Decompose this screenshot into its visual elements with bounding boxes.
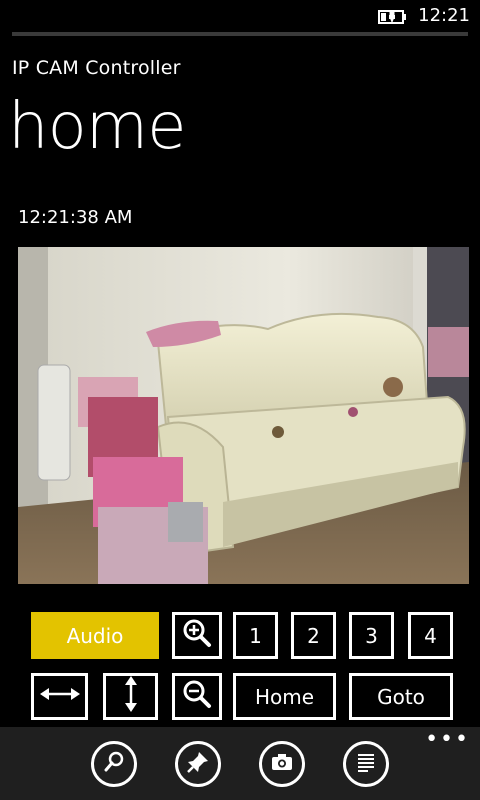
list-icon xyxy=(355,751,377,777)
vertical-arrows-icon xyxy=(121,675,141,718)
camera-button[interactable] xyxy=(259,741,305,787)
battery-charging-icon xyxy=(378,9,410,29)
pan-horizontal-button[interactable] xyxy=(31,673,88,720)
status-time: 12:21 xyxy=(418,5,470,26)
zoom-out-icon xyxy=(182,679,212,714)
pan-vertical-button[interactable] xyxy=(103,673,158,720)
camera-timestamp: 12:21:38 AM xyxy=(18,207,133,228)
horizontal-arrows-icon xyxy=(39,684,81,709)
home-button[interactable]: Home xyxy=(233,673,336,720)
preset-2-button[interactable]: 2 xyxy=(291,612,336,659)
zoom-in-icon xyxy=(182,618,212,653)
zoom-out-button[interactable] xyxy=(172,673,222,720)
pin-button[interactable] xyxy=(175,741,221,787)
app-title: IP CAM Controller xyxy=(12,57,181,79)
preset-3-button[interactable]: 3 xyxy=(349,612,394,659)
camera-feed-image[interactable] xyxy=(18,247,469,584)
status-divider xyxy=(12,32,468,36)
goto-button[interactable]: Goto xyxy=(349,673,453,720)
preset-1-button[interactable]: 1 xyxy=(233,612,278,659)
page-title: home xyxy=(8,90,186,164)
zoom-in-button[interactable] xyxy=(172,612,222,659)
preset-4-button[interactable]: 4 xyxy=(408,612,453,659)
camera-icon xyxy=(270,752,294,776)
audio-button[interactable]: Audio xyxy=(31,612,159,659)
list-button[interactable] xyxy=(343,741,389,787)
search-button[interactable] xyxy=(91,741,137,787)
pin-icon xyxy=(186,750,210,778)
search-icon xyxy=(102,750,126,778)
more-options-button[interactable]: ••• xyxy=(425,727,470,752)
app-bar: ••• xyxy=(0,727,480,800)
